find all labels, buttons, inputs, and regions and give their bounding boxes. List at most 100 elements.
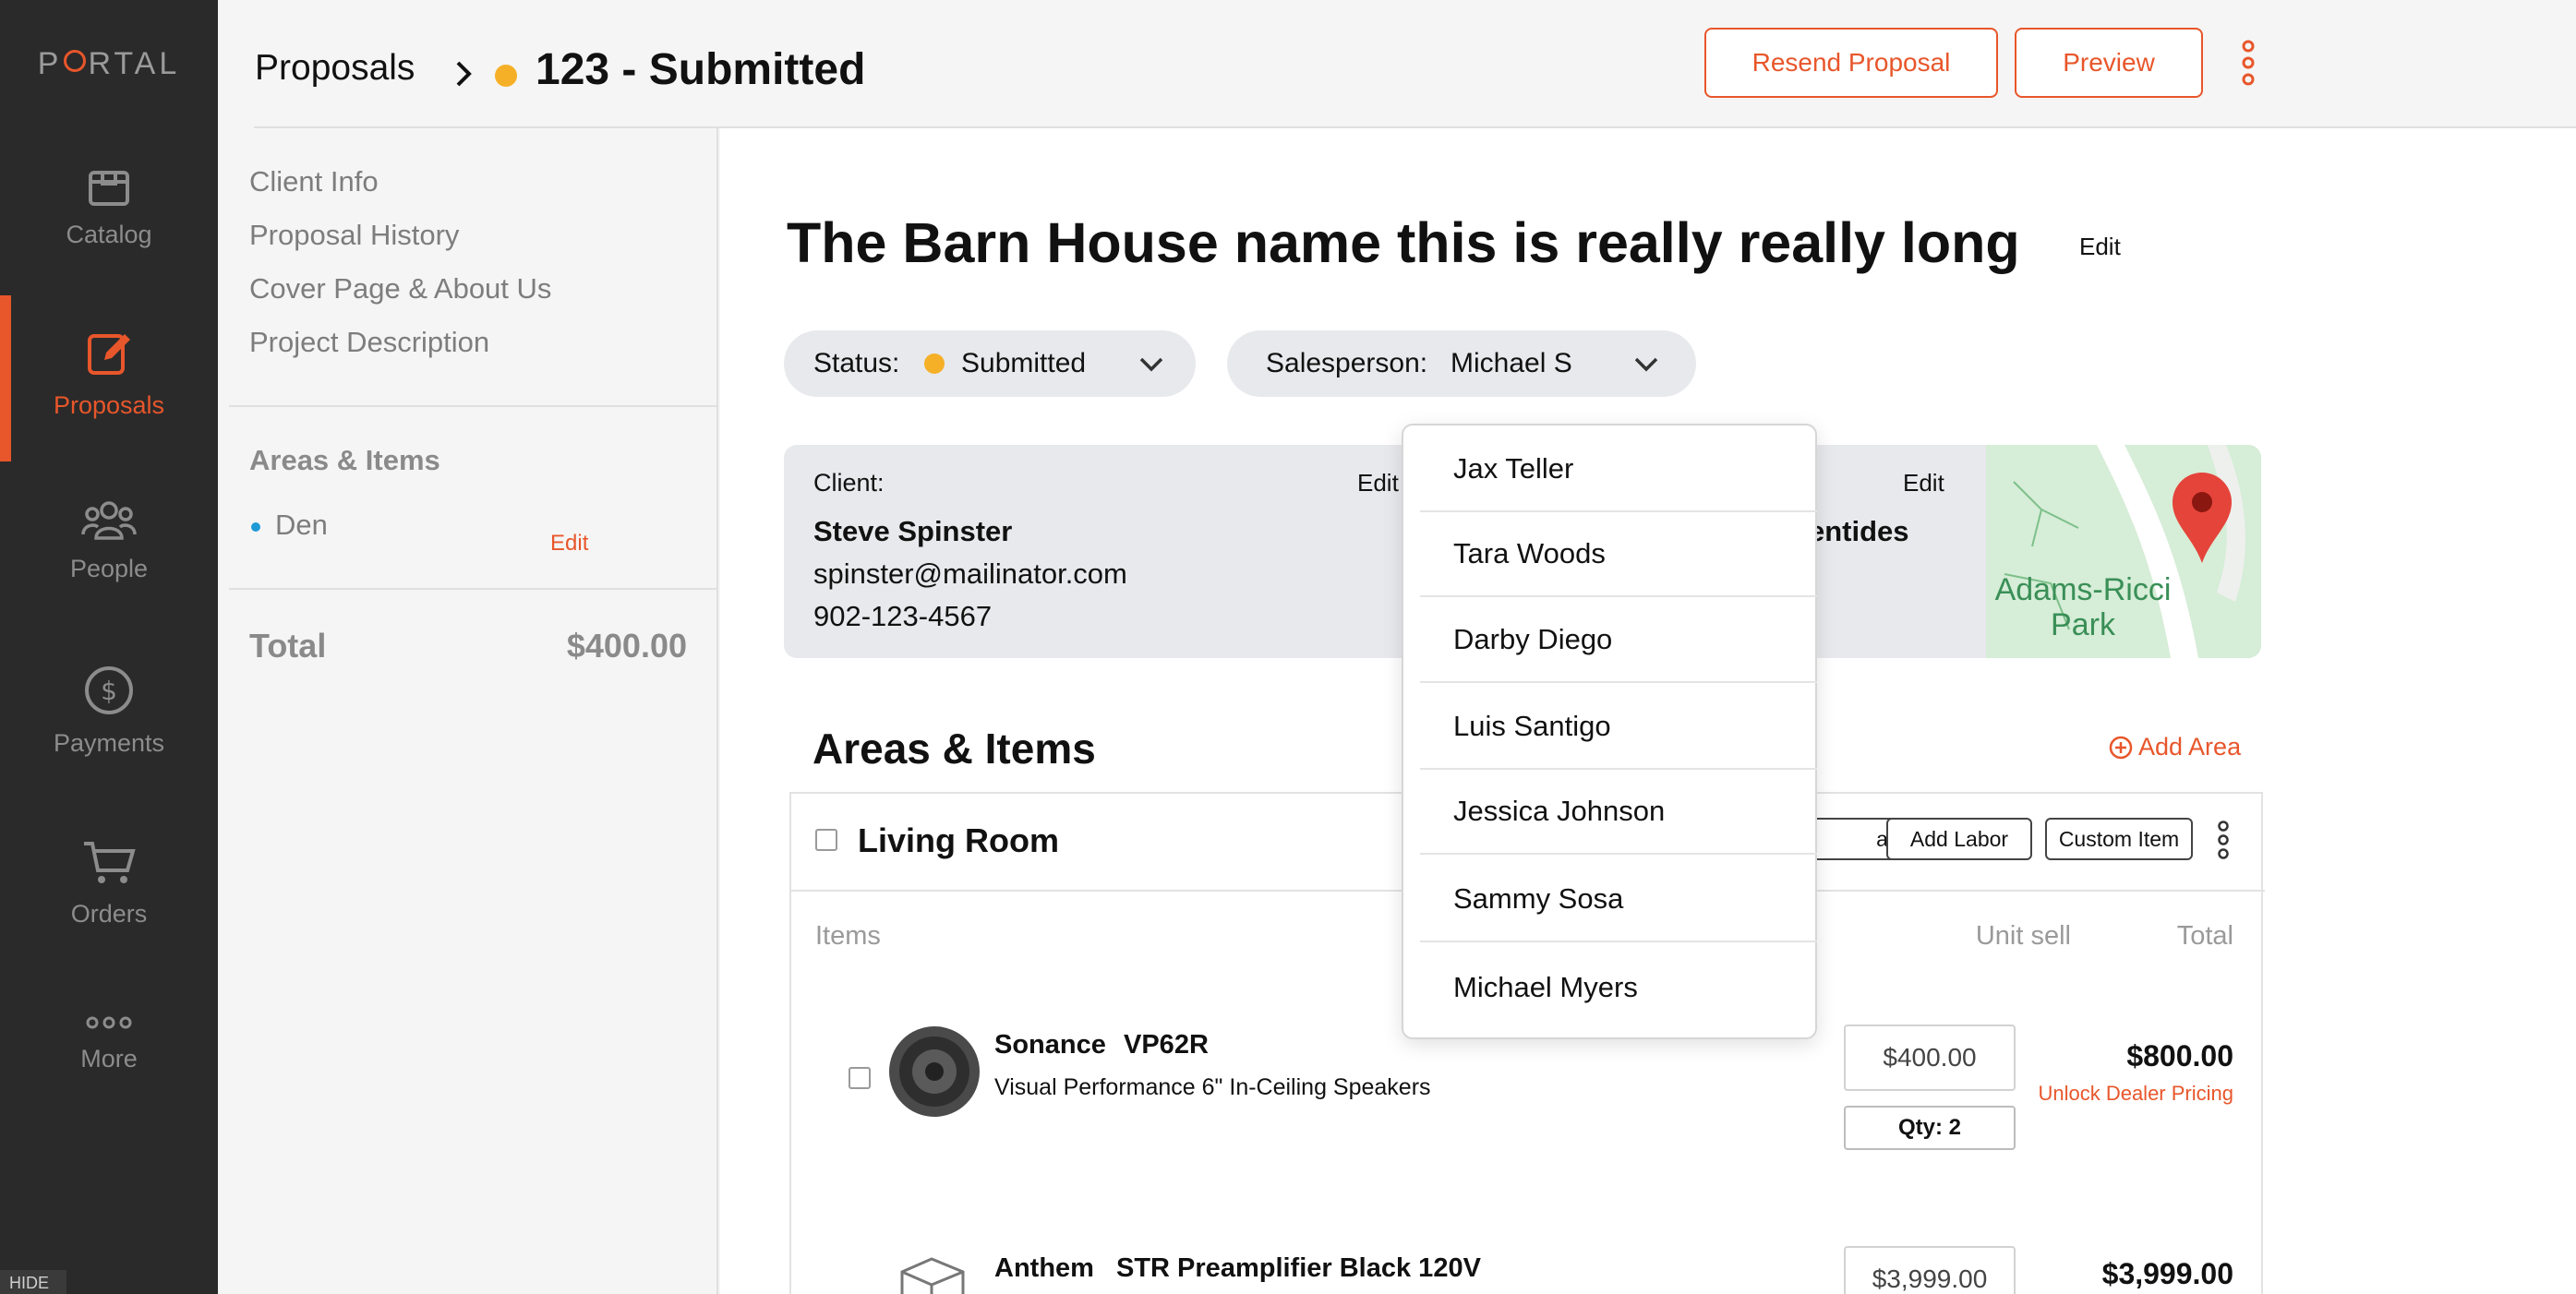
subnav-area-den[interactable]: Den	[275, 509, 328, 542]
col-header-total: Total	[2176, 921, 2233, 951]
room-name: Living Room	[858, 821, 1059, 859]
page-title: 123 - Submitted	[536, 45, 866, 94]
nav-label: Payments	[53, 729, 165, 757]
nav-item-proposals[interactable]: Proposals	[0, 295, 218, 461]
map-label-line: Park	[2051, 607, 2115, 642]
salesperson-option[interactable]: Jessica Johnson	[1420, 768, 1817, 855]
area-bullet	[251, 522, 260, 532]
box-thumbnail-icon	[900, 1257, 965, 1294]
total-value: $400.00	[566, 627, 687, 665]
status-label: Status:	[813, 348, 900, 378]
add-labor-button[interactable]: Add Labor	[1886, 818, 2032, 860]
cart-icon	[84, 842, 136, 883]
divider	[229, 405, 718, 407]
table-row: Anthem STR Preamplifier Black 120V $3,99…	[791, 1246, 2265, 1294]
unit-price-input[interactable]: $400.00	[1844, 1024, 2016, 1091]
status-dot	[924, 353, 945, 374]
client-phone: 902-123-4567	[813, 600, 993, 632]
map-pin-icon	[2173, 473, 2232, 563]
nav-label: Proposals	[53, 391, 165, 419]
salesperson-select[interactable]: Salesperson: Michael S	[1227, 330, 1696, 397]
subnav-areas-heading: Areas & Items	[249, 444, 440, 476]
client-email: spinster@mailinator.com	[813, 557, 1127, 590]
svg-text:$: $	[101, 676, 117, 706]
item-total: $800.00	[2126, 1039, 2233, 1072]
client-label: Client:	[813, 469, 885, 497]
nav-label: People	[69, 555, 149, 582]
resend-proposal-button[interactable]: Resend Proposal	[1704, 28, 1998, 98]
main-nav: P RTAL Catalog Proposals People $ Payment…	[0, 0, 218, 1294]
client-name: Steve Spinster	[813, 515, 1013, 547]
salesperson-option[interactable]: Darby Diego	[1420, 596, 1817, 683]
salesperson-option[interactable]: Michael Myers	[1420, 944, 1817, 1031]
nav-item-people[interactable]: People	[0, 466, 218, 632]
map-label-line: Adams-Ricci	[1994, 572, 2172, 607]
unlock-dealer-pricing-link[interactable]: Unlock Dealer Pricing	[1992, 1082, 2233, 1106]
chevron-down-icon	[1634, 357, 1658, 372]
product-model: STR Preamplifier Black 120V	[1116, 1253, 1481, 1283]
preview-button[interactable]: Preview	[2015, 28, 2203, 98]
divider	[229, 588, 718, 590]
col-header-items: Items	[815, 921, 881, 951]
nav-item-more[interactable]: More	[0, 978, 218, 1144]
product-brand: Sonance	[994, 1030, 1106, 1060]
portal-logo: P RTAL	[37, 46, 181, 81]
salesperson-option[interactable]: Jax Teller	[1420, 425, 1817, 512]
chevron-down-icon	[1139, 357, 1163, 372]
product-description: Visual Performance 6" In-Ceiling Speaker…	[994, 1074, 1431, 1100]
salesperson-option[interactable]: Luis Santigo	[1420, 683, 1817, 770]
status-select[interactable]: Status: Submitted	[784, 330, 1196, 397]
status-dot	[495, 65, 517, 87]
subnav-proposal-history[interactable]: Proposal History	[249, 219, 459, 252]
add-area-button[interactable]: Add Area	[2109, 733, 2241, 761]
nav-item-orders[interactable]: Orders	[0, 808, 218, 974]
kebab-menu-icon[interactable]	[2238, 39, 2258, 87]
salesperson-label: Salesperson:	[1266, 348, 1428, 378]
hide-nav-button[interactable]: HIDE	[0, 1270, 66, 1294]
total-label: Total	[249, 627, 327, 665]
edit-client-link[interactable]: Edit	[1357, 469, 1399, 497]
add-area-label: Add Area	[2138, 733, 2242, 761]
table-row: Sonance VP62R Visual Performance 6" In-C…	[791, 1024, 2265, 1191]
areas-title: Areas & Items	[813, 725, 1096, 773]
salesperson-dropdown: Jax Teller Tara Woods Darby Diego Luis S…	[1402, 424, 1817, 1039]
project-title: The Barn House name this is really reall…	[787, 211, 2020, 274]
contact-name: entides	[1809, 515, 1909, 547]
nav-label: More	[80, 1045, 138, 1072]
edit-title-link[interactable]: Edit	[2079, 233, 2121, 261]
subnav-client-info[interactable]: Client Info	[249, 165, 379, 198]
quantity-input[interactable]: Qty: 2	[1844, 1106, 2016, 1150]
dots-icon	[86, 1016, 132, 1029]
subnav-cover-page[interactable]: Cover Page & About Us	[249, 272, 551, 306]
col-header-unit-sell: Unit sell	[1975, 921, 2071, 951]
nav-item-payments[interactable]: $ Payments	[0, 637, 218, 803]
plus-circle-icon	[2109, 736, 2133, 760]
edit-contact-link[interactable]: Edit	[1903, 469, 1944, 497]
unit-price-input[interactable]: $3,999.00	[1844, 1246, 2016, 1294]
item-total: $3,999.00	[2101, 1257, 2233, 1290]
custom-item-button[interactable]: Custom Item	[2045, 818, 2193, 860]
nav-label: Catalog	[66, 221, 152, 248]
nav-item-catalog[interactable]: Catalog	[0, 134, 218, 300]
room-kebab-icon[interactable]	[2215, 820, 2232, 860]
people-icon	[81, 501, 137, 540]
product-model: VP62R	[1124, 1030, 1209, 1060]
product-brand: Anthem	[994, 1253, 1094, 1283]
box-icon	[89, 171, 129, 206]
salesperson-value: Michael S	[1451, 348, 1572, 378]
item-checkbox[interactable]	[849, 1067, 871, 1089]
location-map[interactable]: Adams-Ricci Park	[1986, 445, 2261, 658]
chevron-right-icon	[456, 61, 472, 87]
edit-doc-icon	[88, 334, 130, 375]
speaker-thumbnail	[889, 1026, 980, 1117]
breadcrumb-root[interactable]: Proposals	[255, 48, 415, 89]
proposal-subnav: Client Info Proposal History Cover Page …	[218, 128, 718, 1294]
status-value: Submitted	[961, 348, 1087, 378]
salesperson-option[interactable]: Sammy Sosa	[1420, 856, 1817, 942]
salesperson-option[interactable]: Tara Woods	[1420, 510, 1817, 597]
edit-areas-link[interactable]: Edit	[550, 531, 588, 557]
room-checkbox[interactable]	[815, 829, 837, 851]
map-park-label: Adams-Ricci Park	[1986, 572, 2180, 642]
subnav-project-description[interactable]: Project Description	[249, 326, 489, 359]
dollar-icon: $	[85, 666, 133, 714]
